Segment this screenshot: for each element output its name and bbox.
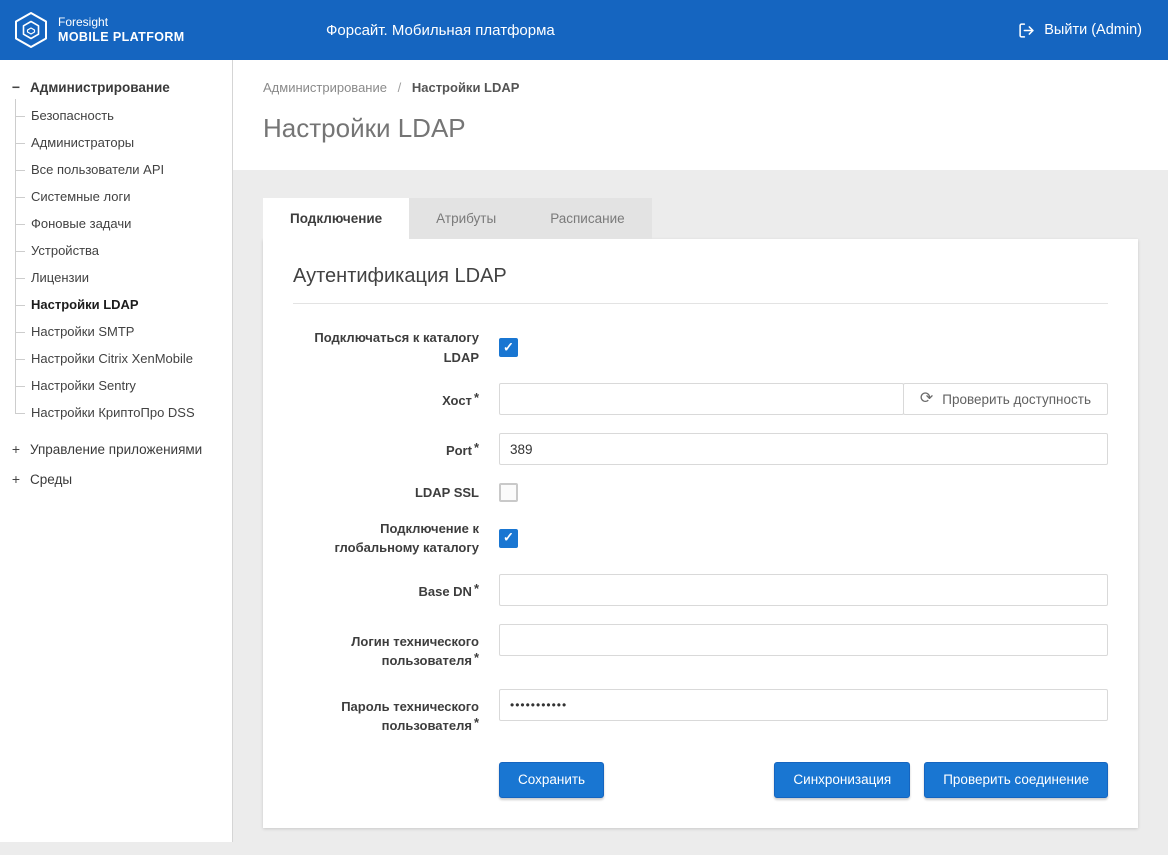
sidebar-item-system-logs[interactable]: Системные логи xyxy=(0,183,232,210)
sidebar-section-app-management[interactable]: + Управление приложениями xyxy=(0,434,232,464)
app-logo: Foresight MOBILE PLATFORM xyxy=(14,11,234,49)
global-catalog-checkbox[interactable] xyxy=(499,529,518,548)
logo-text: Foresight MOBILE PLATFORM xyxy=(58,15,185,46)
app-title: Форсайт. Мобильная платформа xyxy=(326,22,555,39)
sidebar-item-licenses[interactable]: Лицензии xyxy=(0,264,232,291)
form-row-port: Port* xyxy=(293,433,1108,465)
collapse-icon[interactable]: − xyxy=(10,79,22,95)
breadcrumb-administration[interactable]: Администрирование xyxy=(263,80,387,95)
host-input[interactable] xyxy=(499,383,904,415)
refresh-icon: ⟳ xyxy=(920,391,933,407)
connect-ldap-checkbox[interactable] xyxy=(499,338,518,357)
ldap-ssl-label: LDAP SSL xyxy=(293,483,479,503)
sidebar-item-ldap-settings[interactable]: Настройки LDAP xyxy=(0,291,232,318)
tech-login-input[interactable] xyxy=(499,624,1108,656)
sidebar-item-security[interactable]: Безопасность xyxy=(0,102,232,129)
form-row-password: Пароль технического пользователя* xyxy=(293,689,1108,736)
required-mark: * xyxy=(474,650,479,665)
page-header: Администрирование / Настройки LDAP Настр… xyxy=(233,60,1168,170)
sidebar-section-administration[interactable]: − Администрирование xyxy=(0,72,232,102)
host-label: Хост* xyxy=(293,383,479,411)
form-row-ldap-ssl: LDAP SSL xyxy=(293,483,1108,503)
card-title: Аутентификация LDAP xyxy=(293,265,1108,304)
check-availability-button[interactable]: ⟳ Проверить доступность xyxy=(903,383,1108,415)
logo-subtitle: MOBILE PLATFORM xyxy=(58,30,185,46)
logout-label: Выйти (Admin) xyxy=(1044,22,1142,38)
tech-login-label: Логин технического пользователя* xyxy=(293,624,479,671)
sidebar-item-background-tasks[interactable]: Фоновые задачи xyxy=(0,210,232,237)
form-row-login: Логин технического пользователя* xyxy=(293,624,1108,671)
base-dn-label: Base DN* xyxy=(293,574,479,602)
required-mark: * xyxy=(474,715,479,730)
check-availability-label: Проверить доступность xyxy=(942,392,1091,407)
sidebar-section-environments[interactable]: + Среды xyxy=(0,464,232,494)
port-label: Port* xyxy=(293,433,479,461)
port-input[interactable] xyxy=(499,433,1108,465)
tech-password-label: Пароль технического пользователя* xyxy=(293,689,479,736)
expand-icon[interactable]: + xyxy=(10,441,22,457)
sidebar-item-api-users[interactable]: Все пользователи API xyxy=(0,156,232,183)
test-connection-button[interactable]: Проверить соединение xyxy=(924,762,1108,798)
app-header: Foresight MOBILE PLATFORM Форсайт. Мобил… xyxy=(0,0,1168,60)
sidebar-item-smtp-settings[interactable]: Настройки SMTP xyxy=(0,318,232,345)
form-row-base-dn: Base DN* xyxy=(293,574,1108,606)
save-button[interactable]: Сохранить xyxy=(499,762,604,798)
form-row-global-catalog: Подключение к глобальному каталогу xyxy=(293,519,1108,558)
required-mark: * xyxy=(474,440,479,455)
expand-icon[interactable]: + xyxy=(10,471,22,487)
sidebar-item-citrix-settings[interactable]: Настройки Citrix XenMobile xyxy=(0,345,232,372)
sidebar-item-administrators[interactable]: Администраторы xyxy=(0,129,232,156)
sidebar-section-label: Управление приложениями xyxy=(30,442,202,457)
sidebar-section-label: Администрирование xyxy=(30,80,170,95)
logout-button[interactable]: Выйти (Admin) xyxy=(1018,22,1142,39)
base-dn-input[interactable] xyxy=(499,574,1108,606)
connect-ldap-label: Подключаться к каталогу LDAP xyxy=(293,328,479,367)
form-row-connect-ldap: Подключаться к каталогу LDAP xyxy=(293,328,1108,367)
main-content: Администрирование / Настройки LDAP Настр… xyxy=(233,60,1168,842)
breadcrumb-current: Настройки LDAP xyxy=(412,80,520,95)
work-area: Подключение Атрибуты Расписание Аутентиф… xyxy=(233,170,1168,855)
sidebar-section-label: Среды xyxy=(30,472,72,487)
breadcrumb-separator: / xyxy=(398,80,402,95)
required-mark: * xyxy=(474,390,479,405)
sidebar: − Администрирование Безопасность Админис… xyxy=(0,60,233,842)
breadcrumb: Администрирование / Настройки LDAP xyxy=(263,80,1138,95)
logout-icon xyxy=(1018,22,1035,39)
tab-attributes[interactable]: Атрибуты xyxy=(409,198,523,239)
sidebar-item-cryptopro-settings[interactable]: Настройки КриптоПро DSS xyxy=(0,399,232,426)
global-catalog-label: Подключение к глобальному каталогу xyxy=(293,519,479,558)
tab-schedule[interactable]: Расписание xyxy=(523,198,651,239)
page-title: Настройки LDAP xyxy=(263,113,1138,144)
tab-bar: Подключение Атрибуты Расписание xyxy=(263,198,652,239)
required-mark: * xyxy=(474,581,479,596)
sidebar-item-devices[interactable]: Устройства xyxy=(0,237,232,264)
sidebar-item-sentry-settings[interactable]: Настройки Sentry xyxy=(0,372,232,399)
foresight-logo-icon xyxy=(14,11,48,49)
ldap-ssl-checkbox[interactable] xyxy=(499,483,518,502)
tech-password-input[interactable] xyxy=(499,689,1108,721)
ldap-auth-card: Аутентификация LDAP Подключаться к катал… xyxy=(263,239,1138,828)
sidebar-admin-tree: Безопасность Администраторы Все пользова… xyxy=(0,102,232,426)
form-actions: Сохранить Синхронизация Проверить соедин… xyxy=(499,762,1108,798)
sync-button[interactable]: Синхронизация xyxy=(774,762,910,798)
logo-brand: Foresight xyxy=(58,15,185,30)
form-row-host: Хост* ⟳ Проверить доступность xyxy=(293,383,1108,415)
tab-connection[interactable]: Подключение xyxy=(263,198,409,239)
